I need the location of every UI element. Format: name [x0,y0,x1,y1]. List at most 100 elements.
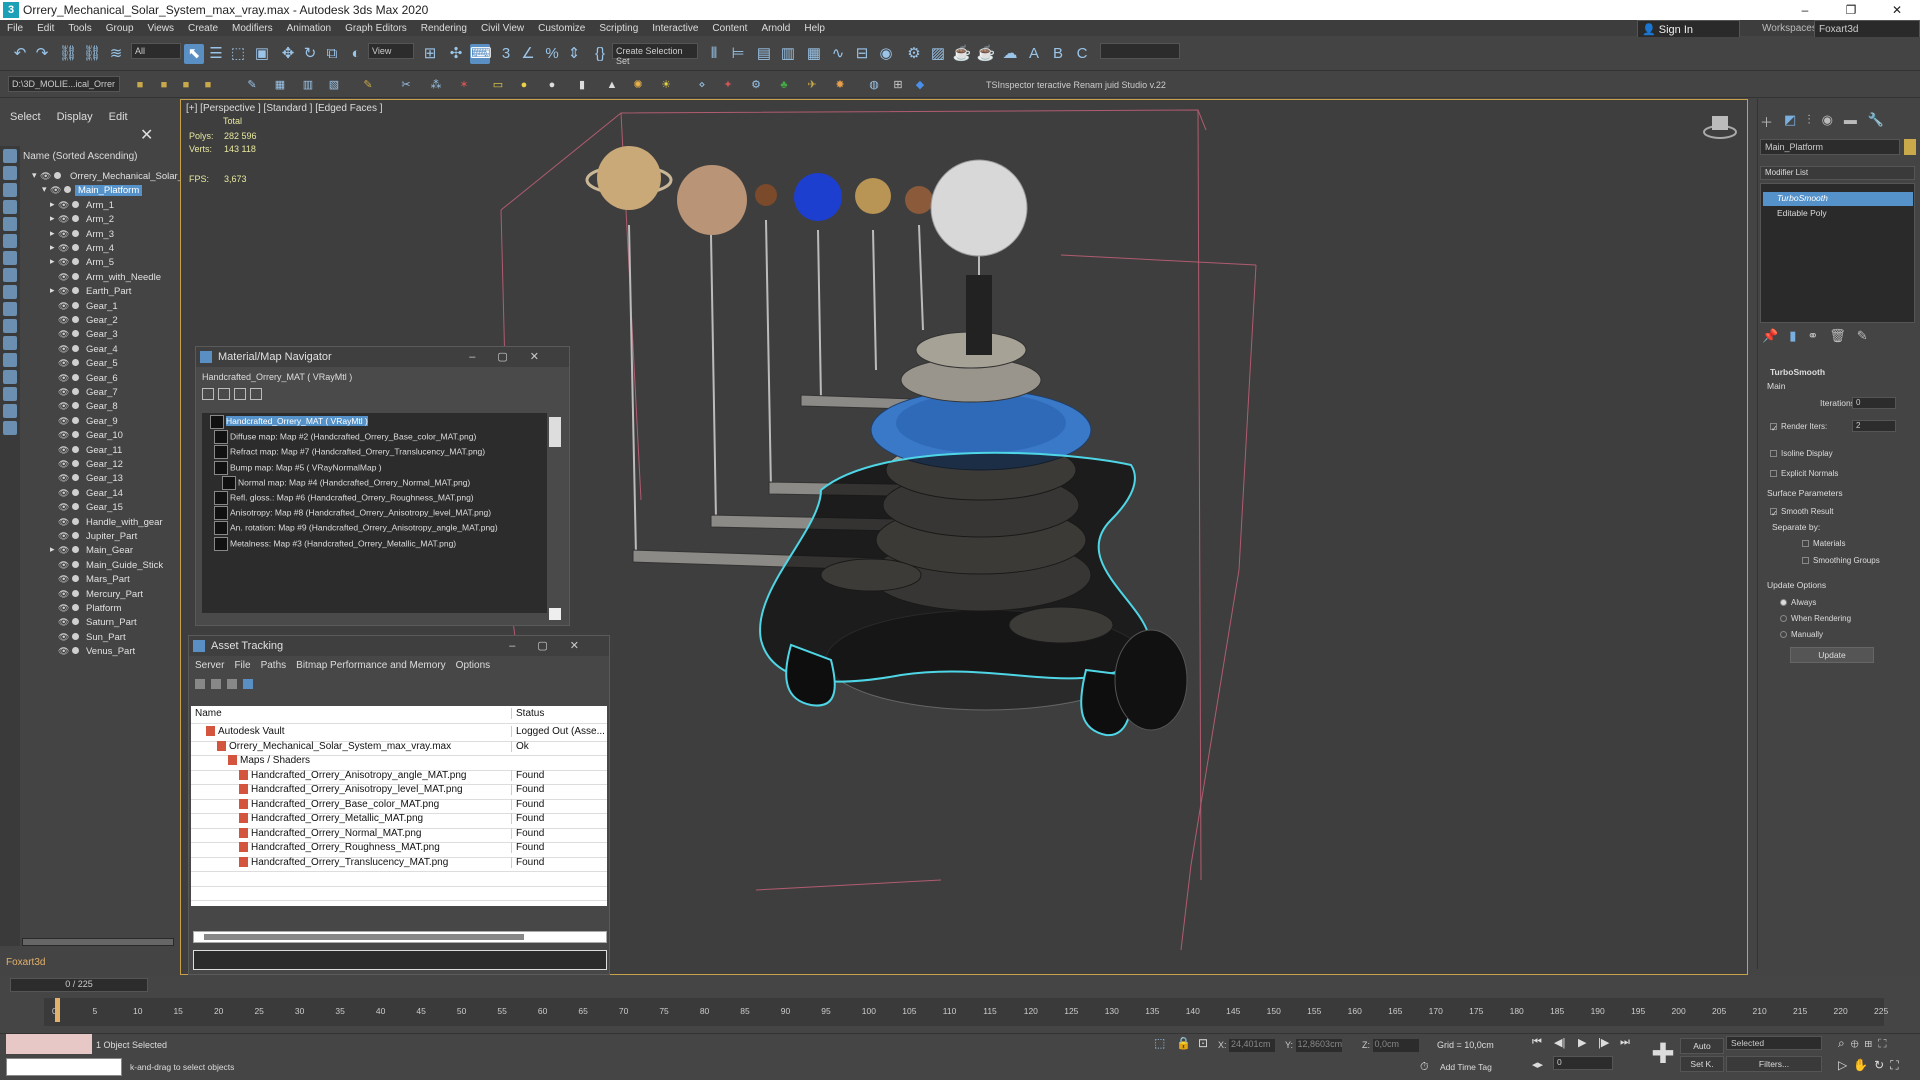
freeze-icon[interactable] [72,575,79,583]
visibility-eye-icon[interactable]: 👁 [58,560,69,571]
freeze-icon[interactable] [72,359,79,367]
modify-tab-icon[interactable]: ◩ [1784,112,1796,131]
menu-paths[interactable]: Paths [261,660,287,672]
scene-explorer-icon[interactable]: ▤ [754,44,774,64]
material-navigator-titlebar[interactable]: Material/Map Navigator –▢✕ [196,347,569,367]
viewcube-icon[interactable] [1701,112,1739,142]
arnold-text-icon[interactable]: A [1024,44,1044,64]
freeze-icon[interactable] [72,244,79,251]
menu-animation[interactable]: Animation [280,23,338,34]
time-marker[interactable] [55,998,60,1022]
column-name[interactable]: Name [191,708,511,719]
sign-in-dropdown[interactable]: 👤 Sign In [1637,20,1740,38]
menu-content[interactable]: Content [705,23,754,34]
expand-icon[interactable]: ▸ [50,285,55,296]
menu-help[interactable]: Help [797,23,832,34]
tab-select[interactable]: Select [10,111,41,123]
container-icon[interactable]: ▦ [272,77,288,93]
visibility-eye-icon[interactable]: 👁 [58,589,69,600]
visibility-eye-icon[interactable]: 👁 [40,171,51,182]
when-rendering-radio[interactable]: When Rendering [1780,614,1851,623]
configure-sets-icon[interactable]: ✎ [1857,328,1868,344]
smooth-result-checkbox[interactable]: ✓ Smooth Result [1770,507,1833,518]
freeze-icon[interactable] [72,215,79,223]
menu-interactive[interactable]: Interactive [645,23,705,34]
viewport-nav-zoom-icons[interactable]: ⌕⊕⊞⛶ [1838,1036,1893,1051]
show-end-result-icon[interactable]: ▮ [1789,328,1796,344]
viewport-label[interactable]: [+] [Perspective ] [Standard ] [Edged Fa… [186,103,383,114]
visibility-eye-icon[interactable]: 👁 [58,632,69,643]
named-sets-icon[interactable]: {} [590,44,610,64]
scale-icon[interactable]: ⧉ [322,44,342,64]
time-tag-icon[interactable]: ⏱ [1420,1061,1429,1074]
motion-tab-icon[interactable]: ◉ [1822,112,1833,131]
visibility-eye-icon[interactable]: 👁 [58,445,69,456]
freeze-icon[interactable] [72,200,79,208]
layer-icon[interactable]: ▥ [300,77,316,93]
always-radio[interactable]: Always [1780,598,1816,607]
render-preset-dropdown[interactable] [1100,43,1180,59]
maxscript-listener[interactable] [6,1034,92,1054]
freeze-icon[interactable] [72,589,79,597]
window-crossing-icon[interactable]: ▣ [252,44,272,64]
refresh-icon[interactable] [227,679,237,689]
menu-rendering[interactable]: Rendering [414,23,474,34]
menu-views[interactable]: Views [141,23,182,34]
filter-funnel-icon[interactable] [3,404,17,418]
menu-file[interactable]: File [0,23,30,34]
snap-icon[interactable]: ✎ [244,77,260,93]
smoothing-groups-checkbox[interactable]: Smoothing Groups [1802,556,1880,565]
freeze-icon[interactable] [72,604,79,611]
undo-icon[interactable]: ↶ [10,44,30,64]
play-icon[interactable]: ▶ [1578,1036,1586,1049]
freeze-icon[interactable] [72,330,79,338]
explicit-normals-checkbox[interactable]: Explicit Normals [1770,469,1838,478]
update-button[interactable]: Update [1790,647,1874,663]
curve-editor-icon[interactable]: ∿ [828,44,848,64]
filter-helpers-icon[interactable] [3,217,17,231]
freeze-icon[interactable] [72,272,79,280]
vray-icon[interactable]: ◆ [912,77,928,93]
small-icons-view-icon[interactable] [234,388,246,400]
sphere-icon[interactable]: ● [516,77,532,93]
visibility-eye-icon[interactable]: 👁 [58,473,69,484]
modifier-list-dropdown[interactable]: Modifier List [1760,166,1915,180]
time-slider[interactable]: 0 / 225 [10,978,148,992]
viewport-nav-pan-icons[interactable]: ▷✋↻⛶ [1838,1058,1905,1073]
visibility-eye-icon[interactable]: 👁 [58,387,69,398]
visibility-eye-icon[interactable]: 👁 [58,229,69,240]
y-value[interactable]: 12,8603cm [1295,1039,1342,1052]
link-icon[interactable]: ⛓ [58,44,78,64]
expand-icon[interactable]: ▾ [42,184,47,195]
visibility-eye-icon[interactable]: 👁 [58,315,69,326]
goto-start-icon[interactable]: ⏮ [1532,1036,1542,1049]
filter-all-icon[interactable] [3,353,17,367]
menu-tools[interactable]: Tools [61,23,98,34]
list-view-icon[interactable] [202,388,214,400]
plant-icon[interactable]: ♣ [776,77,792,93]
freeze-icon[interactable] [72,618,79,626]
reference-coord-dropdown[interactable]: View [368,43,414,59]
visibility-eye-icon[interactable]: 👁 [58,603,69,614]
tab-edit[interactable]: Edit [109,111,128,123]
key-filters-button[interactable]: Filters... [1726,1056,1822,1072]
freeze-icon[interactable] [72,532,79,539]
key-mode-icon[interactable]: ◂▸ [1532,1058,1543,1071]
freeze-icon[interactable] [72,402,79,410]
filter-containers-icon[interactable] [3,302,17,316]
visibility-eye-icon[interactable]: 👁 [58,430,69,441]
freeze-icon[interactable] [72,431,79,439]
object-name-field[interactable]: Main_Platform [1760,139,1900,155]
expand-icon[interactable]: ▸ [50,544,55,555]
key-filter-dropdown[interactable]: Selected [1726,1036,1822,1050]
layer-explorer-icon[interactable]: ▥ [778,44,798,64]
maximize-button[interactable]: ❐ [1828,0,1874,20]
visibility-eye-icon[interactable]: 👁 [58,459,69,470]
menu-server[interactable]: Server [195,660,224,672]
rendered-frame-icon[interactable]: ▨ [928,44,948,64]
freeze-icon[interactable] [72,503,79,511]
snaps-toggle-icon[interactable]: 3 [496,44,516,64]
freeze-icon[interactable] [54,172,61,179]
angle-snap-icon[interactable]: ∠ [518,44,538,64]
window-controls[interactable]: –▢✕ [509,639,601,652]
